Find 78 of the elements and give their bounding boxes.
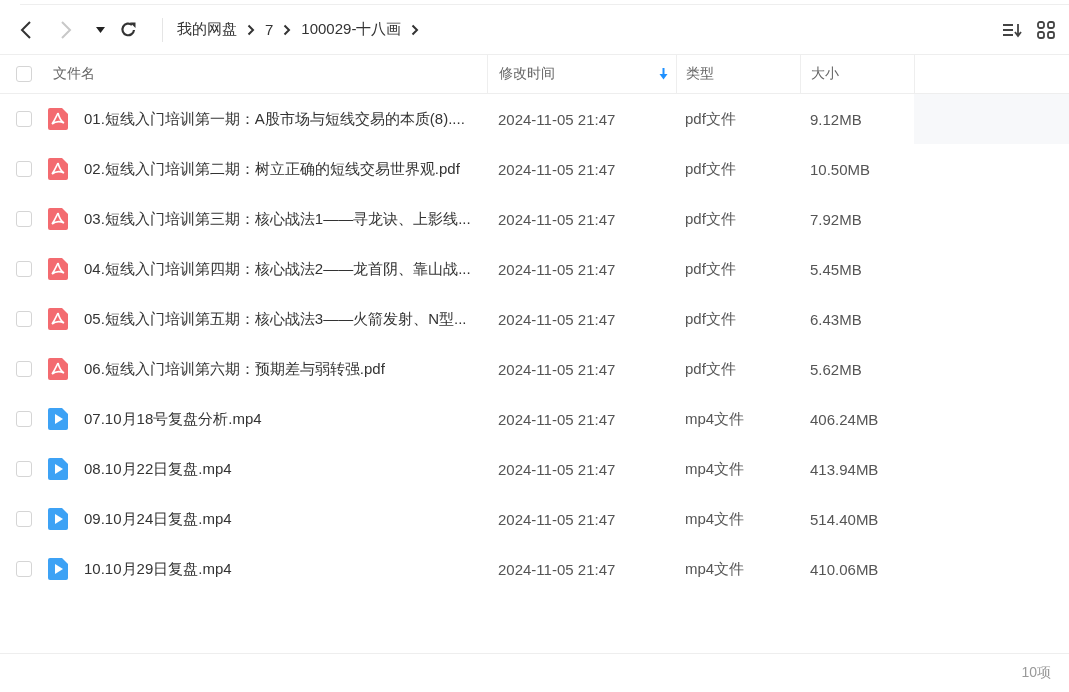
file-size: 5.45MB [810,260,862,278]
file-name[interactable]: 04.短线入门培训第四期：核心战法2——龙首阴、靠山战... [84,259,471,279]
modified-time: 2024-11-05 21:47 [498,510,616,528]
modified-time: 2024-11-05 21:47 [498,160,616,178]
caret-down-icon [95,26,105,33]
column-header[interactable]: 大小 [811,65,839,83]
file-name[interactable]: 05.短线入门培训第五期：核心战法3——火箭发射、N型... [84,309,467,329]
file-size: 413.94MB [810,460,879,478]
sort-icon [1002,21,1022,38]
file-size: 5.62MB [810,360,862,378]
breadcrumb-link[interactable]: 100029-十八画 [301,20,402,39]
video-file-icon [48,458,68,480]
chevron-left-icon [20,19,32,40]
chevron-icon [283,23,292,36]
checkbox[interactable] [16,261,32,277]
file-size: 406.24MB [810,410,879,428]
grid-view-icon [1037,20,1055,39]
modified-time: 2024-11-05 21:47 [498,260,616,278]
checkbox[interactable] [16,66,32,82]
modified-time: 2024-11-05 21:47 [498,560,616,578]
file-type: mp4文件 [685,459,745,479]
file-size: 10.50MB [810,160,871,178]
file-type: mp4文件 [685,509,745,529]
file-type: mp4文件 [685,559,745,579]
column-header[interactable]: 类型 [686,65,714,83]
modified-time: 2024-11-05 21:47 [498,410,616,428]
pdf-file-icon [48,358,68,380]
breadcrumb-link[interactable]: 7 [265,21,274,38]
chevron-right-icon [60,19,72,40]
file-name[interactable]: 06.短线入门培训第六期：预期差与弱转强.pdf [84,359,385,379]
file-size: 6.43MB [810,310,862,328]
column-header[interactable]: 修改时间 [499,65,555,83]
checkbox[interactable] [16,211,32,227]
file-type: pdf文件 [685,159,736,179]
file-name[interactable]: 08.10月22日复盘.mp4 [84,459,232,479]
pdf-file-icon [48,208,68,230]
video-file-icon [48,558,68,580]
file-name[interactable]: 02.短线入门培训第二期：树立正确的短线交易世界观.pdf [84,159,460,179]
modified-time: 2024-11-05 21:47 [498,360,616,378]
file-name[interactable]: 09.10月24日复盘.mp4 [84,509,232,529]
checkbox[interactable] [16,311,32,327]
file-size: 410.06MB [810,560,879,578]
chevron-icon [247,23,255,36]
file-name[interactable]: 07.10月18号复盘分析.mp4 [84,409,262,429]
refresh-icon [119,21,137,38]
pdf-file-icon [48,258,68,280]
file-type: pdf文件 [685,109,736,129]
pdf-file-icon [48,158,68,180]
modified-time: 2024-11-05 21:47 [498,460,616,478]
pdf-file-icon [48,308,68,330]
file-type: pdf文件 [685,209,736,229]
modified-time: 2024-11-05 21:47 [498,210,616,228]
checkbox[interactable] [16,561,32,577]
video-file-icon [48,408,68,430]
file-type: pdf文件 [685,359,736,379]
breadcrumb-link[interactable]: 我的网盘 [177,20,237,39]
file-size: 7.92MB [810,210,862,228]
checkbox[interactable] [16,411,32,427]
file-size: 9.12MB [810,110,862,128]
modified-time: 2024-11-05 21:47 [498,110,616,128]
file-type: mp4文件 [685,409,745,429]
file-size: 514.40MB [810,510,879,528]
checkbox[interactable] [16,361,32,377]
checkbox[interactable] [16,161,32,177]
checkbox[interactable] [16,461,32,477]
video-file-icon [48,508,68,530]
file-name[interactable]: 03.短线入门培训第三期：核心战法1——寻龙诀、上影线... [84,209,471,229]
file-name[interactable]: 01.短线入门培训第一期：A股市场与短线交易的本质(8).... [84,109,465,129]
checkbox[interactable] [16,111,32,127]
file-name[interactable]: 10.10月29日复盘.mp4 [84,559,232,579]
file-type: pdf文件 [685,259,736,279]
pdf-file-icon [48,108,68,130]
checkbox[interactable] [16,511,32,527]
file-type: pdf文件 [685,309,736,329]
modified-time: 2024-11-05 21:47 [498,310,616,328]
column-header[interactable]: 文件名 [53,65,95,83]
item-count: 10项 [1021,664,1051,682]
chevron-icon [411,23,420,36]
